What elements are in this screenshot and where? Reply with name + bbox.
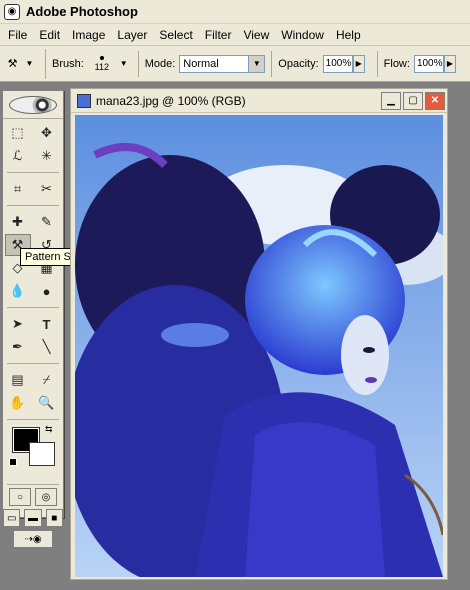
separator: [7, 172, 59, 173]
dodge-tool-icon[interactable]: ●: [34, 280, 60, 302]
lasso-tool-icon[interactable]: ℒ: [5, 145, 31, 167]
tool-grid: ⬚ ✥ ℒ ✳: [3, 119, 63, 170]
path-selection-tool-icon[interactable]: ➤: [5, 313, 31, 335]
full-screen-icon[interactable]: ■: [45, 509, 63, 527]
healing-brush-tool-icon[interactable]: ✚: [5, 211, 31, 233]
mode-select[interactable]: Normal ▼: [179, 54, 266, 73]
crop-tool-icon[interactable]: ⌗: [5, 178, 31, 200]
document-title: mana23.jpg @ 100% (RGB): [96, 93, 246, 108]
default-colors-icon[interactable]: [9, 458, 17, 466]
menu-window[interactable]: Window: [275, 28, 330, 42]
quick-mask-row: ○ ◎: [3, 488, 63, 506]
separator: [7, 307, 59, 308]
tool-grid: ➤ T ✒ ╲: [3, 310, 63, 361]
full-screen-menu-icon[interactable]: ▬: [24, 509, 42, 527]
menu-select[interactable]: Select: [153, 28, 198, 42]
opacity-label: Opacity:: [278, 57, 319, 70]
separator: [271, 50, 273, 77]
swap-colors-icon[interactable]: ⇆: [45, 424, 53, 435]
separator: [7, 205, 59, 206]
brush-chevron-down-icon[interactable]: ▼: [120, 59, 128, 68]
menu-image[interactable]: Image: [66, 28, 111, 42]
chevron-down-icon: ▼: [25, 59, 34, 68]
zoom-tool-icon[interactable]: 🔍: [34, 392, 60, 414]
opacity-field[interactable]: 100%: [322, 54, 353, 73]
separator: [7, 419, 59, 420]
tool-preset-picker[interactable]: ⚒ ▼: [0, 48, 46, 79]
photo-image: [75, 115, 443, 577]
flow-field[interactable]: 100%: [413, 54, 444, 73]
close-button[interactable]: ✕: [425, 91, 445, 110]
line-tool-icon[interactable]: ╲: [34, 336, 60, 358]
menu-file[interactable]: File: [2, 28, 33, 42]
imageready-row: ⇢◉: [3, 530, 63, 548]
brush-tool-icon[interactable]: ✎: [34, 211, 60, 233]
brush-size: 112: [94, 61, 109, 72]
document-titlebar[interactable]: mana23.jpg @ 100% (RGB) ▁ ▢ ✕: [71, 89, 447, 113]
pattern-stamp-icon: ⚒: [7, 58, 18, 70]
menu-filter[interactable]: Filter: [199, 28, 238, 42]
options-bar: ⚒ ▼ Brush: 112 ▼ Mode: Normal ▼ Opacity:…: [0, 46, 470, 82]
image-canvas[interactable]: [75, 115, 443, 577]
separator: [7, 484, 59, 485]
mode-value: Normal: [183, 57, 219, 70]
menu-view[interactable]: View: [237, 28, 275, 42]
toolbox-header[interactable]: [3, 91, 63, 119]
toolbox: ⬚ ✥ ℒ ✳ ⌗ ✂ ✚ ✎ ⚒ ↺ ◇ ▦ 💧 ● ➤ T ✒ ╲ ▤ ⌿ …: [2, 90, 64, 548]
app-titlebar: ◉ Adobe Photoshop: [0, 0, 470, 24]
notes-tool-icon[interactable]: ▤: [5, 369, 31, 391]
blur-tool-icon[interactable]: 💧: [5, 280, 31, 302]
standard-mode-icon[interactable]: ○: [9, 488, 31, 506]
marquee-tool-icon[interactable]: ⬚: [5, 122, 31, 144]
brush-label: Brush:: [52, 57, 84, 70]
menu-help[interactable]: Help: [330, 28, 367, 42]
pen-tool-icon[interactable]: ✒: [5, 336, 31, 358]
hand-tool-icon[interactable]: ✋: [5, 392, 31, 414]
photoshop-logo-icon: ◉: [4, 3, 20, 20]
standard-screen-icon[interactable]: ▭: [3, 509, 21, 527]
screen-mode-row: ▭ ▬ ■: [3, 509, 63, 527]
separator: [376, 50, 378, 77]
background-color-swatch[interactable]: [29, 442, 55, 466]
separator: [7, 363, 59, 364]
maximize-button[interactable]: ▢: [403, 91, 423, 110]
app-title: Adobe Photoshop: [26, 4, 138, 19]
document-window: mana23.jpg @ 100% (RGB) ▁ ▢ ✕: [70, 88, 448, 580]
eyedropper-tool-icon[interactable]: ⌿: [34, 369, 60, 391]
move-tool-icon[interactable]: ✥: [34, 122, 60, 144]
separator: [137, 50, 139, 77]
photoshop-eye-logo-icon: [9, 95, 57, 114]
slice-tool-icon[interactable]: ✂: [34, 178, 60, 200]
menu-layer[interactable]: Layer: [111, 28, 153, 42]
document-icon: [77, 93, 91, 108]
flow-label: Flow:: [383, 57, 410, 70]
flow-slider-button[interactable]: ▶: [443, 54, 456, 73]
color-swatches: ⇆: [7, 424, 59, 480]
tool-grid: ⌗ ✂: [3, 175, 63, 203]
type-tool-icon[interactable]: T: [34, 313, 60, 335]
jump-to-imageready-icon[interactable]: ⇢◉: [13, 530, 53, 548]
tool-grid: ▤ ⌿ ✋ 🔍: [3, 366, 63, 417]
menu-bar: File Edit Image Layer Select Filter View…: [0, 24, 470, 46]
quick-mask-mode-icon[interactable]: ◎: [35, 488, 57, 506]
minimize-button[interactable]: ▁: [381, 91, 401, 110]
menu-edit[interactable]: Edit: [33, 28, 66, 42]
magic-wand-tool-icon[interactable]: ✳: [34, 145, 60, 167]
opacity-slider-button[interactable]: ▶: [352, 54, 365, 73]
mode-chevron-down-icon: ▼: [248, 55, 265, 72]
mode-label: Mode:: [144, 57, 176, 70]
brush-picker[interactable]: 112: [88, 49, 116, 79]
brush-dot-icon: [99, 55, 104, 60]
